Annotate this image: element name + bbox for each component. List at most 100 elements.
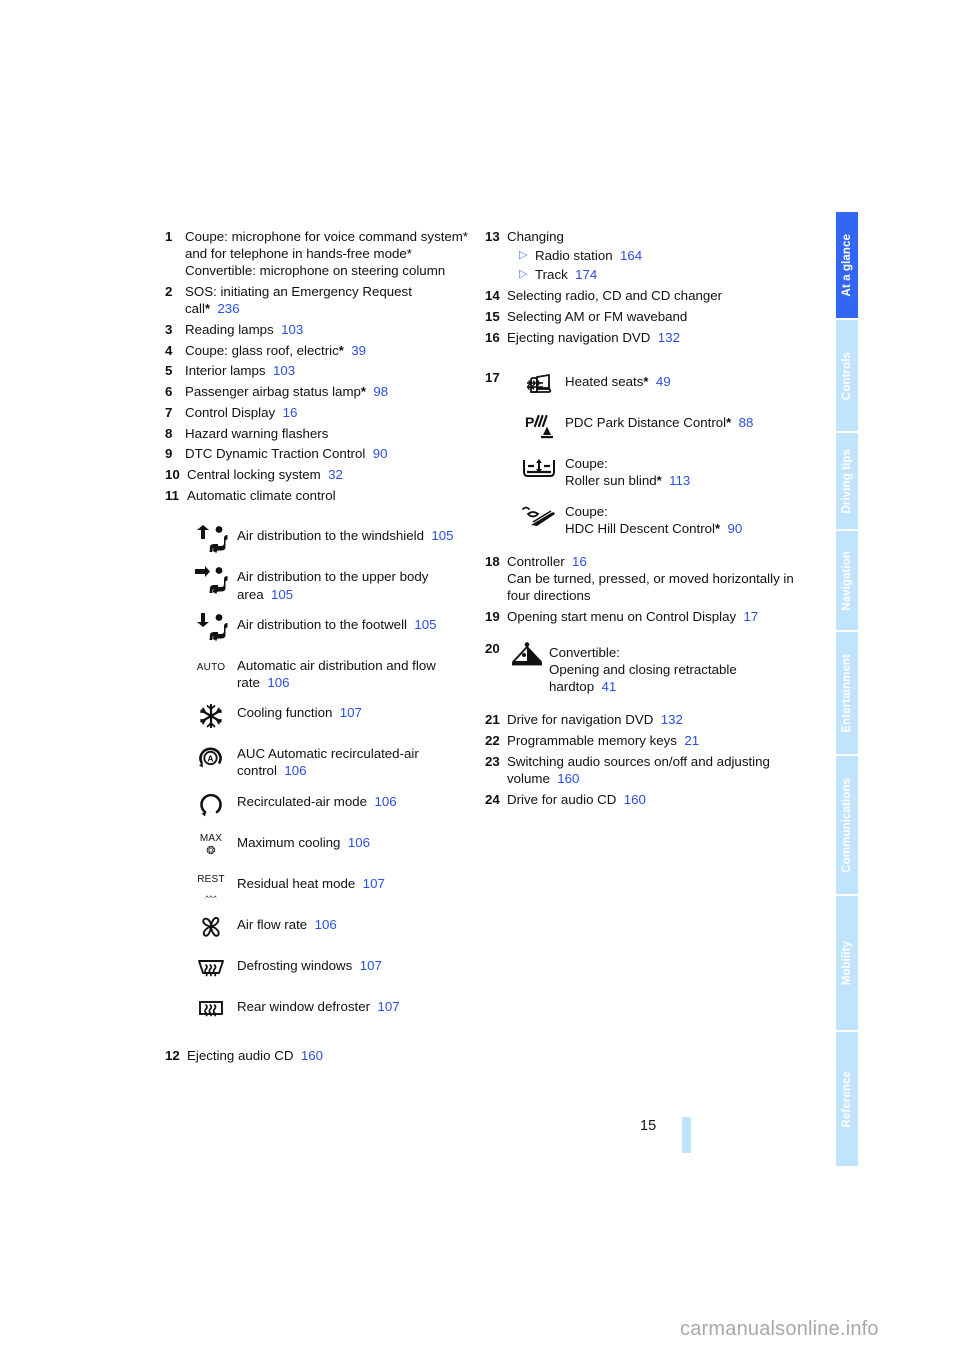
page-reference[interactable]: 90 bbox=[373, 446, 388, 461]
climate-row-label: Maximum cooling 106 bbox=[237, 834, 371, 850]
item-text: Central locking system 32 bbox=[187, 466, 343, 482]
sub-item-text: Radio station 164 bbox=[535, 248, 643, 264]
tab-communications[interactable]: Communications bbox=[836, 756, 858, 895]
item-text: Reading lamps 103 bbox=[185, 322, 304, 338]
manual-page: 1 Coupe: microphone for voice command sy… bbox=[0, 0, 960, 1358]
list-item-1: 1 Coupe: microphone for voice command sy… bbox=[165, 228, 470, 280]
item17-icon-list: Heated seats* 49 P PDC Park Distance Con… bbox=[513, 367, 795, 537]
page-reference[interactable]: 106 bbox=[348, 835, 370, 850]
item-subtext: Can be turned, pressed, or moved horizon… bbox=[507, 571, 794, 604]
climate-row-label: Cooling function 107 bbox=[237, 705, 362, 721]
optional-equipment-star: * bbox=[360, 384, 366, 400]
svg-text:A: A bbox=[207, 753, 213, 763]
optional-equipment-star: * bbox=[204, 301, 211, 317]
page-reference[interactable]: 236 bbox=[217, 301, 239, 316]
item-number: 16 bbox=[485, 329, 500, 345]
tab-label: Reference bbox=[841, 1070, 853, 1128]
page-reference[interactable]: 98 bbox=[373, 384, 388, 399]
tab-entertainment[interactable]: Entertainment bbox=[836, 631, 858, 755]
item-text: Coupe: glass roof, electric* 39 bbox=[185, 342, 366, 358]
page-reference[interactable]: 160 bbox=[624, 792, 646, 807]
row-hdc: Coupe: HDC Hill Descent Control* 90 bbox=[513, 497, 795, 537]
item-number: 17 bbox=[485, 370, 500, 386]
list-item-4: 4 Coupe: glass roof, electric* 39 bbox=[165, 342, 470, 359]
item-text: Control Display 16 bbox=[185, 404, 298, 420]
page-reference[interactable]: 88 bbox=[739, 415, 754, 430]
climate-row-defrost-windshield: Defrosting windows 107 bbox=[185, 951, 470, 985]
page-reference[interactable]: 160 bbox=[301, 1048, 323, 1063]
climate-row-windshield: Air distribution to the windshield 105 bbox=[185, 521, 470, 555]
page-reference[interactable]: 106 bbox=[267, 675, 289, 690]
item-number: 19 bbox=[485, 609, 500, 625]
page-reference[interactable]: 106 bbox=[284, 763, 306, 778]
tab-label: Driving tips bbox=[841, 448, 853, 514]
page-reference[interactable]: 107 bbox=[363, 876, 385, 891]
climate-row-footwell: Air distribution to the footwell 105 bbox=[185, 610, 470, 644]
page-reference[interactable]: 105 bbox=[414, 617, 436, 632]
defrost-windshield-icon bbox=[185, 951, 237, 985]
retractable-hardtop-icon bbox=[505, 638, 549, 672]
page-reference[interactable]: 107 bbox=[377, 999, 399, 1014]
tab-at-a-glance[interactable]: At a glance bbox=[836, 212, 858, 319]
item-number: 2 bbox=[165, 284, 173, 300]
tab-reference[interactable]: Reference bbox=[836, 1032, 858, 1167]
page-reference[interactable]: 49 bbox=[656, 374, 671, 389]
page-reference[interactable]: 16 bbox=[572, 554, 587, 569]
page-reference[interactable]: 17 bbox=[744, 609, 759, 624]
optional-equipment-star: * bbox=[338, 342, 344, 358]
page-reference[interactable]: 105 bbox=[431, 528, 453, 543]
roller-sun-blind-icon bbox=[513, 449, 565, 487]
tab-label: Navigation bbox=[841, 550, 853, 611]
hdc-hill-descent-icon bbox=[513, 497, 565, 535]
page-reference[interactable]: 39 bbox=[351, 343, 366, 358]
climate-row-label: Rear window defroster 107 bbox=[237, 998, 400, 1014]
page-reference[interactable]: 16 bbox=[283, 405, 298, 420]
climate-row-label: Air distribution to the upper body area … bbox=[237, 569, 429, 602]
page-reference[interactable]: 132 bbox=[661, 712, 683, 727]
page-reference[interactable]: 160 bbox=[557, 771, 579, 786]
triangle-bullet-icon: ▷ bbox=[519, 249, 528, 262]
tab-driving-tips[interactable]: Driving tips bbox=[836, 432, 858, 530]
page-reference[interactable]: 32 bbox=[328, 467, 343, 482]
item-number: 5 bbox=[165, 363, 173, 379]
triangle-bullet-icon: ▷ bbox=[519, 268, 528, 281]
climate-row-defrost-rear: Rear window defroster 107 bbox=[185, 992, 470, 1026]
tab-label: Communications bbox=[841, 777, 853, 873]
list-item-12: 12 Ejecting audio CD 160 bbox=[165, 1047, 470, 1064]
tab-controls[interactable]: Controls bbox=[836, 320, 858, 431]
page-reference[interactable]: 103 bbox=[281, 322, 303, 337]
list-item-7: 7 Control Display 16 bbox=[165, 404, 470, 421]
page-reference[interactable]: 21 bbox=[684, 733, 699, 748]
page-reference[interactable]: 106 bbox=[374, 794, 396, 809]
page-reference[interactable]: 174 bbox=[575, 267, 597, 282]
page-reference[interactable]: 41 bbox=[602, 679, 617, 694]
svg-text:P: P bbox=[525, 414, 534, 430]
item-text: DTC Dynamic Traction Control 90 bbox=[185, 446, 388, 462]
item-text: Coupe: microphone for voice command syst… bbox=[185, 229, 469, 279]
list-item-21: 21 Drive for navigation DVD 132 bbox=[485, 711, 795, 728]
tab-mobility[interactable]: Mobility bbox=[836, 896, 858, 1031]
tab-navigation[interactable]: Navigation bbox=[836, 531, 858, 630]
row-retractable-hardtop: Convertible: Opening and closing retract… bbox=[505, 638, 795, 696]
page-reference[interactable]: 132 bbox=[658, 330, 680, 345]
page-reference[interactable]: 107 bbox=[360, 958, 382, 973]
climate-row-label: Air flow rate 106 bbox=[237, 916, 337, 932]
page-reference[interactable]: 164 bbox=[620, 248, 642, 263]
page-reference[interactable]: 106 bbox=[315, 917, 337, 932]
page-reference[interactable]: 105 bbox=[271, 587, 293, 602]
page-reference[interactable]: 90 bbox=[727, 521, 742, 536]
item-text: Drive for audio CD 160 bbox=[507, 791, 646, 807]
climate-row-label: Air distribution to the windshield 105 bbox=[237, 528, 454, 544]
climate-row-label: Recirculated-air mode 106 bbox=[237, 793, 397, 809]
item-number: 7 bbox=[165, 404, 173, 420]
fan-icon bbox=[185, 910, 237, 944]
item-text: Automatic climate control bbox=[187, 487, 336, 503]
page-reference[interactable]: 107 bbox=[340, 705, 362, 720]
item-text: Passenger airbag status lamp* 98 bbox=[185, 384, 389, 400]
page-reference[interactable]: 113 bbox=[669, 473, 690, 488]
page-reference[interactable]: 103 bbox=[273, 363, 295, 378]
item-number: 1 bbox=[165, 229, 173, 244]
climate-row-label: Air distribution to the footwell 105 bbox=[237, 616, 437, 632]
optional-equipment-star: * bbox=[715, 520, 721, 536]
climate-row-auto: AUTO Automatic air distribution and flow… bbox=[185, 651, 470, 691]
